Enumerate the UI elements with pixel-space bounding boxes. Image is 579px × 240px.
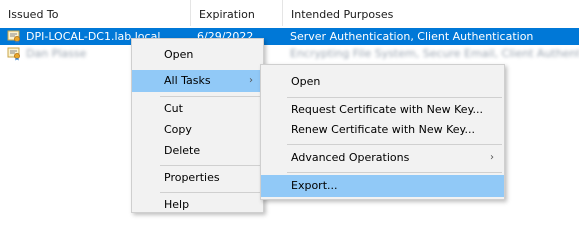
column-header-issued-to[interactable]: Issued To: [0, 0, 191, 28]
certificate-icon: [7, 47, 20, 61]
list-header: Issued To Expiration Date Intended Purpo…: [0, 0, 579, 51]
submenu-item-request-certificate-new-key[interactable]: Request Certificate with New Key...: [261, 99, 504, 121]
menu-item-open[interactable]: Open: [132, 44, 263, 66]
menu-separator: [287, 144, 502, 145]
menu-separator: [287, 97, 502, 98]
cell-intended-purposes: Encrypting File System, Secure Email, Cl…: [290, 47, 579, 60]
menu-separator: [287, 172, 502, 173]
menu-item-help[interactable]: Help: [132, 194, 263, 216]
submenu-item-renew-certificate-new-key[interactable]: Renew Certificate with New Key...: [261, 119, 504, 141]
submenu-item-advanced-operations[interactable]: Advanced Operations ›: [261, 147, 504, 169]
submenu-item-export[interactable]: Export...: [261, 175, 504, 197]
certificate-icon: [7, 30, 20, 44]
column-header-intended-purposes[interactable]: Intended Purposes: [283, 0, 579, 28]
menu-separator: [160, 96, 261, 97]
menu-item-cut[interactable]: Cut: [132, 98, 263, 120]
cell-intended-purposes: Server Authentication, Client Authentica…: [290, 30, 534, 43]
menu-item-copy[interactable]: Copy: [132, 119, 263, 141]
all-tasks-submenu: Open Request Certificate with New Key...…: [260, 64, 505, 200]
menu-separator: [160, 192, 261, 193]
menu-item-delete[interactable]: Delete: [132, 140, 263, 162]
menu-item-all-tasks[interactable]: All Tasks ›: [132, 70, 263, 92]
menu-item-label: Advanced Operations: [291, 151, 410, 164]
menu-separator: [160, 165, 261, 166]
menu-item-properties[interactable]: Properties: [132, 167, 263, 189]
context-menu: Open All Tasks › Cut Copy Delete Propert…: [131, 38, 264, 213]
column-header-expiration-date[interactable]: Expiration Date: [191, 0, 283, 51]
menu-item-label: All Tasks: [164, 74, 211, 87]
submenu-item-open[interactable]: Open: [261, 71, 504, 93]
chevron-right-icon: ›: [490, 152, 494, 163]
chevron-right-icon: ›: [249, 75, 253, 86]
table-row[interactable]: DPI-LOCAL-DC1.lab.local 6/29/2022 Server…: [0, 28, 579, 45]
table-row[interactable]: Dan Plasse Encrypting File System, Secur…: [0, 45, 579, 62]
